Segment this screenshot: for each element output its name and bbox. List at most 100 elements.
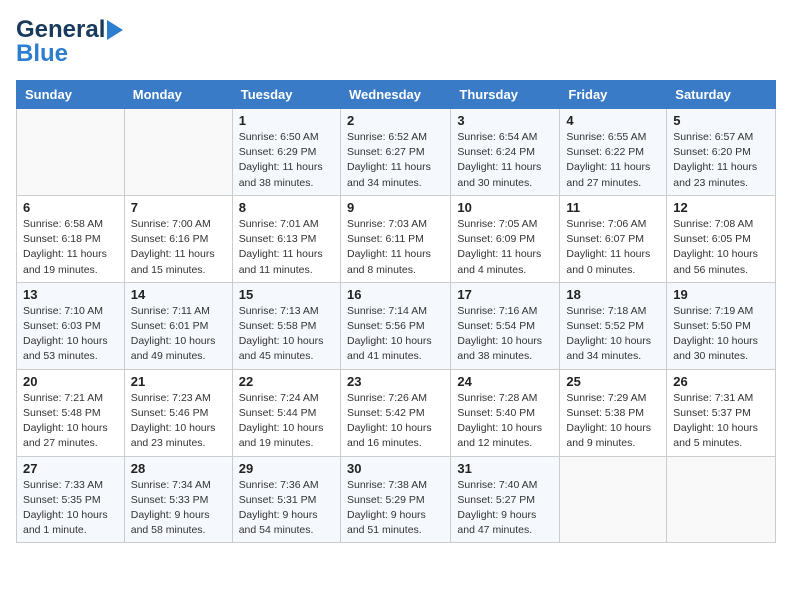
- day-number: 31: [457, 461, 553, 476]
- day-info: Sunrise: 7:13 AM Sunset: 5:58 PM Dayligh…: [239, 304, 334, 365]
- day-number: 3: [457, 113, 553, 128]
- day-number: 11: [566, 200, 660, 215]
- day-info: Sunrise: 7:26 AM Sunset: 5:42 PM Dayligh…: [347, 391, 444, 452]
- day-number: 26: [673, 374, 769, 389]
- day-info: Sunrise: 7:16 AM Sunset: 5:54 PM Dayligh…: [457, 304, 553, 365]
- calendar-cell: 28 Sunrise: 7:34 AM Sunset: 5:33 PM Dayli…: [124, 456, 232, 543]
- calendar-cell: 27 Sunrise: 7:33 AM Sunset: 5:35 PM Dayli…: [17, 456, 125, 543]
- logo-arrow-icon: [107, 20, 123, 40]
- day-info: Sunrise: 7:08 AM Sunset: 6:05 PM Dayligh…: [673, 217, 769, 278]
- calendar-cell: [124, 109, 232, 196]
- day-info: Sunrise: 7:24 AM Sunset: 5:44 PM Dayligh…: [239, 391, 334, 452]
- weekday-header-saturday: Saturday: [667, 81, 776, 109]
- calendar-cell: 6 Sunrise: 6:58 AM Sunset: 6:18 PM Daylig…: [17, 195, 125, 282]
- calendar-cell: 4Sunrise: 6:55 AM Sunset: 6:22 PM Daylig…: [560, 109, 667, 196]
- day-info: Sunrise: 6:54 AM Sunset: 6:24 PM Dayligh…: [457, 130, 553, 191]
- calendar-cell: 13Sunrise: 7:10 AM Sunset: 6:03 PM Dayli…: [17, 282, 125, 369]
- day-number: 8: [239, 200, 334, 215]
- calendar-cell: 7Sunrise: 7:00 AM Sunset: 6:16 PM Daylig…: [124, 195, 232, 282]
- calendar-cell: 30 Sunrise: 7:38 AM Sunset: 5:29 PM Dayli…: [340, 456, 450, 543]
- day-info: Sunrise: 7:36 AM Sunset: 5:31 PM Dayligh…: [239, 478, 334, 539]
- day-number: 24: [457, 374, 553, 389]
- day-info: Sunrise: 6:58 AM Sunset: 6:18 PM Dayligh…: [23, 217, 118, 278]
- day-number: 25: [566, 374, 660, 389]
- day-number: 18: [566, 287, 660, 302]
- day-info: Sunrise: 7:03 AM Sunset: 6:11 PM Dayligh…: [347, 217, 444, 278]
- day-info: Sunrise: 7:18 AM Sunset: 5:52 PM Dayligh…: [566, 304, 660, 365]
- day-number: 12: [673, 200, 769, 215]
- day-number: 28: [131, 461, 226, 476]
- calendar-cell: 22Sunrise: 7:24 AM Sunset: 5:44 PM Dayli…: [232, 369, 340, 456]
- calendar-cell: 17 Sunrise: 7:16 AM Sunset: 5:54 PM Dayli…: [451, 282, 560, 369]
- calendar-cell: 9Sunrise: 7:03 AM Sunset: 6:11 PM Daylig…: [340, 195, 450, 282]
- weekday-header-tuesday: Tuesday: [232, 81, 340, 109]
- day-info: Sunrise: 7:11 AM Sunset: 6:01 PM Dayligh…: [131, 304, 226, 365]
- day-number: 21: [131, 374, 226, 389]
- day-number: 30: [347, 461, 444, 476]
- day-info: Sunrise: 7:29 AM Sunset: 5:38 PM Dayligh…: [566, 391, 660, 452]
- day-info: Sunrise: 7:21 AM Sunset: 5:48 PM Dayligh…: [23, 391, 118, 452]
- day-number: 5: [673, 113, 769, 128]
- calendar-cell: 11 Sunrise: 7:06 AM Sunset: 6:07 PM Dayli…: [560, 195, 667, 282]
- day-number: 17: [457, 287, 553, 302]
- calendar-cell: [667, 456, 776, 543]
- day-info: Sunrise: 7:40 AM Sunset: 5:27 PM Dayligh…: [457, 478, 553, 539]
- weekday-header-thursday: Thursday: [451, 81, 560, 109]
- weekday-header-row: SundayMondayTuesdayWednesdayThursdayFrid…: [17, 81, 776, 109]
- week-row-3: 13Sunrise: 7:10 AM Sunset: 6:03 PM Dayli…: [17, 282, 776, 369]
- calendar-cell: 21 Sunrise: 7:23 AM Sunset: 5:46 PM Dayli…: [124, 369, 232, 456]
- day-info: Sunrise: 7:38 AM Sunset: 5:29 PM Dayligh…: [347, 478, 444, 539]
- calendar-cell: 14 Sunrise: 7:11 AM Sunset: 6:01 PM Dayli…: [124, 282, 232, 369]
- week-row-5: 27 Sunrise: 7:33 AM Sunset: 5:35 PM Dayli…: [17, 456, 776, 543]
- day-info: Sunrise: 7:33 AM Sunset: 5:35 PM Dayligh…: [23, 478, 118, 539]
- day-info: Sunrise: 7:23 AM Sunset: 5:46 PM Dayligh…: [131, 391, 226, 452]
- day-info: Sunrise: 7:14 AM Sunset: 5:56 PM Dayligh…: [347, 304, 444, 365]
- day-info: Sunrise: 6:50 AM Sunset: 6:29 PM Dayligh…: [239, 130, 334, 191]
- day-number: 20: [23, 374, 118, 389]
- calendar-cell: 25 Sunrise: 7:29 AM Sunset: 5:38 PM Dayli…: [560, 369, 667, 456]
- day-info: Sunrise: 7:28 AM Sunset: 5:40 PM Dayligh…: [457, 391, 553, 452]
- day-number: 1: [239, 113, 334, 128]
- day-number: 7: [131, 200, 226, 215]
- calendar-cell: 24 Sunrise: 7:28 AM Sunset: 5:40 PM Dayli…: [451, 369, 560, 456]
- day-info: Sunrise: 7:06 AM Sunset: 6:07 PM Dayligh…: [566, 217, 660, 278]
- day-number: 10: [457, 200, 553, 215]
- page-header: General Blue: [16, 16, 776, 68]
- day-number: 6: [23, 200, 118, 215]
- weekday-header-sunday: Sunday: [17, 81, 125, 109]
- day-number: 23: [347, 374, 444, 389]
- day-info: Sunrise: 7:01 AM Sunset: 6:13 PM Dayligh…: [239, 217, 334, 278]
- calendar-cell: 26Sunrise: 7:31 AM Sunset: 5:37 PM Dayli…: [667, 369, 776, 456]
- calendar-cell: 23 Sunrise: 7:26 AM Sunset: 5:42 PM Dayli…: [340, 369, 450, 456]
- week-row-1: 1 Sunrise: 6:50 AM Sunset: 6:29 PM Daylig…: [17, 109, 776, 196]
- day-number: 14: [131, 287, 226, 302]
- day-number: 16: [347, 287, 444, 302]
- weekday-header-monday: Monday: [124, 81, 232, 109]
- day-number: 15: [239, 287, 334, 302]
- calendar-table: SundayMondayTuesdayWednesdayThursdayFrid…: [16, 80, 776, 543]
- week-row-4: 20 Sunrise: 7:21 AM Sunset: 5:48 PM Dayli…: [17, 369, 776, 456]
- calendar-cell: 3 Sunrise: 6:54 AM Sunset: 6:24 PM Daylig…: [451, 109, 560, 196]
- weekday-header-friday: Friday: [560, 81, 667, 109]
- logo: General Blue: [16, 16, 123, 68]
- calendar-cell: 5 Sunrise: 6:57 AM Sunset: 6:20 PM Daylig…: [667, 109, 776, 196]
- day-info: Sunrise: 6:52 AM Sunset: 6:27 PM Dayligh…: [347, 130, 444, 191]
- day-info: Sunrise: 7:05 AM Sunset: 6:09 PM Dayligh…: [457, 217, 553, 278]
- day-number: 27: [23, 461, 118, 476]
- calendar-cell: 19Sunrise: 7:19 AM Sunset: 5:50 PM Dayli…: [667, 282, 776, 369]
- week-row-2: 6 Sunrise: 6:58 AM Sunset: 6:18 PM Daylig…: [17, 195, 776, 282]
- calendar-cell: 2 Sunrise: 6:52 AM Sunset: 6:27 PM Daylig…: [340, 109, 450, 196]
- day-info: Sunrise: 6:57 AM Sunset: 6:20 PM Dayligh…: [673, 130, 769, 191]
- calendar-cell: 16 Sunrise: 7:14 AM Sunset: 5:56 PM Dayli…: [340, 282, 450, 369]
- calendar-cell: 15 Sunrise: 7:13 AM Sunset: 5:58 PM Dayli…: [232, 282, 340, 369]
- calendar-cell: 31 Sunrise: 7:40 AM Sunset: 5:27 PM Dayli…: [451, 456, 560, 543]
- day-info: Sunrise: 6:55 AM Sunset: 6:22 PM Dayligh…: [566, 130, 660, 191]
- calendar-cell: 8 Sunrise: 7:01 AM Sunset: 6:13 PM Daylig…: [232, 195, 340, 282]
- day-info: Sunrise: 7:19 AM Sunset: 5:50 PM Dayligh…: [673, 304, 769, 365]
- calendar-cell: [560, 456, 667, 543]
- day-number: 2: [347, 113, 444, 128]
- calendar-cell: 1 Sunrise: 6:50 AM Sunset: 6:29 PM Daylig…: [232, 109, 340, 196]
- calendar-cell: 12 Sunrise: 7:08 AM Sunset: 6:05 PM Dayli…: [667, 195, 776, 282]
- calendar-cell: [17, 109, 125, 196]
- day-info: Sunrise: 7:34 AM Sunset: 5:33 PM Dayligh…: [131, 478, 226, 539]
